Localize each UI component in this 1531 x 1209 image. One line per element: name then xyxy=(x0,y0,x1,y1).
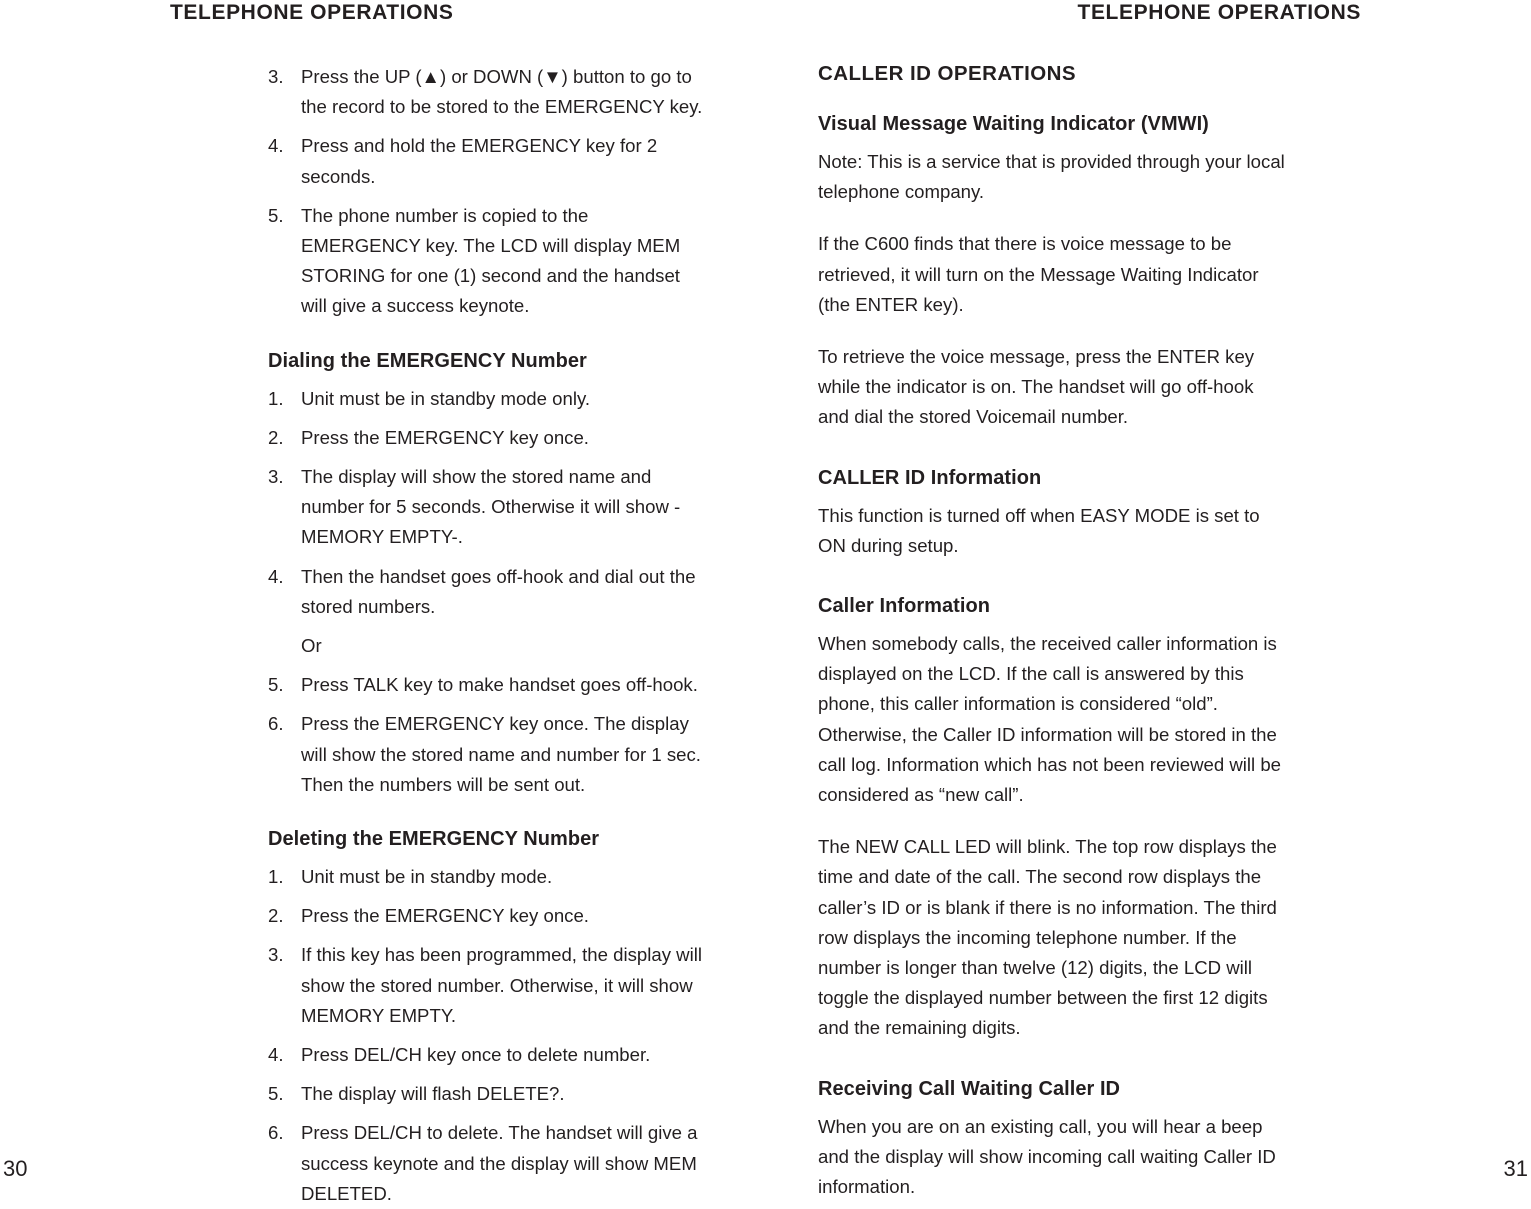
list-item: 2. Press the EMERGENCY key once. xyxy=(268,423,708,453)
heading-visual-message-waiting-indicator: Visual Message Waiting Indicator (VMWI) xyxy=(818,113,1209,135)
list-item: 4. Press DEL/CH key once to delete numbe… xyxy=(268,1040,708,1070)
continued-steps-list: 3. Press the UP (▲) or DOWN (▼) button t… xyxy=(268,62,708,322)
list-item: 3. The display will show the stored name… xyxy=(268,462,708,553)
list-item: 6. Press the EMERGENCY key once. The dis… xyxy=(268,709,708,800)
heading-dialing-emergency-number: Dialing the EMERGENCY Number xyxy=(268,349,587,372)
page-number-right: 31 xyxy=(1503,1156,1528,1181)
heading-receiving-call-waiting-caller-id: Receiving Call Waiting Caller ID xyxy=(818,1077,1121,1100)
left-page-column: 3. Press the UP (▲) or DOWN (▼) button t… xyxy=(268,62,708,1209)
list-item: 1. Unit must be in standby mode. xyxy=(268,862,708,892)
step-text: Press the UP (▲) or DOWN (▼) button to g… xyxy=(301,66,703,118)
step-text: Unit must be in standby mode. xyxy=(301,866,553,888)
step-number: 2. xyxy=(268,426,284,448)
step-number: 4. xyxy=(268,1044,284,1066)
step-text: Press DEL/CH to delete. The handset will… xyxy=(301,1122,698,1204)
step-text: Press the EMERGENCY key once. The displa… xyxy=(301,713,701,795)
step-text: The display will flash DELETE?. xyxy=(301,1083,565,1105)
step-number: 4. xyxy=(268,135,284,157)
step-text: Press the EMERGENCY key once. xyxy=(301,426,589,448)
list-item-alternative-or: Or xyxy=(268,631,708,661)
step-number: 3. xyxy=(268,66,284,87)
paragraph: This function is turned off when EASY MO… xyxy=(818,504,1260,556)
step-text: Or xyxy=(301,635,322,657)
dialing-steps-list: 1. Unit must be in standby mode only. 2.… xyxy=(268,384,708,800)
step-text: Then the handset goes off-hook and dial … xyxy=(301,565,696,617)
manual-page-spread: TELEPHONE OPERATIONS TELEPHONE OPERATION… xyxy=(0,0,1531,1204)
step-text: The phone number is copied to the EMERGE… xyxy=(301,204,681,317)
step-number: 5. xyxy=(268,1083,284,1105)
list-item: 5. The phone number is copied to the EME… xyxy=(268,201,708,322)
paragraph: Note: This is a service that is provided… xyxy=(818,151,1285,203)
step-text: Press DEL/CH key once to delete number. xyxy=(301,1044,651,1066)
running-head-right: TELEPHONE OPERATIONS xyxy=(1077,1,1361,24)
list-item: 3. Press the UP (▲) or DOWN (▼) button t… xyxy=(268,62,708,122)
paragraph: The NEW CALL LED will blink. The top row… xyxy=(818,836,1277,1039)
paragraph: When you are on an existing call, you wi… xyxy=(818,1115,1276,1198)
list-item: 4. Then the handset goes off-hook and di… xyxy=(268,562,708,622)
list-item: 4. Press and hold the EMERGENCY key for … xyxy=(268,131,708,191)
heading-caller-information: Caller Information xyxy=(818,595,991,618)
right-page-column: CALLER ID OPERATIONS Visual Message Wait… xyxy=(818,62,1288,1202)
step-number: 6. xyxy=(268,1122,284,1144)
list-item: 6. Press DEL/CH to delete. The handset w… xyxy=(268,1118,708,1209)
list-item: 1. Unit must be in standby mode only. xyxy=(268,384,708,414)
deleting-steps-list: 1. Unit must be in standby mode. 2. Pres… xyxy=(268,862,708,1209)
step-number: 1. xyxy=(268,866,284,888)
step-text: Press and hold the EMERGENCY key for 2 s… xyxy=(301,135,658,187)
paragraph: To retrieve the voice message, press the… xyxy=(818,346,1255,428)
heading-caller-id-information: CALLER ID Information xyxy=(818,466,1042,489)
step-number: 1. xyxy=(268,387,284,409)
list-item: 5. The display will flash DELETE?. xyxy=(268,1079,708,1109)
list-item: 5. Press TALK key to make handset goes o… xyxy=(268,670,708,700)
step-number: 5. xyxy=(268,204,284,226)
step-text: If this key has been programmed, the dis… xyxy=(301,944,702,1026)
step-number: 4. xyxy=(268,565,284,587)
step-text: Press the EMERGENCY key once. xyxy=(301,905,589,927)
running-head-left: TELEPHONE OPERATIONS xyxy=(170,1,454,24)
step-text: Unit must be in standby mode only. xyxy=(301,387,591,409)
step-number: 5. xyxy=(268,674,284,696)
step-number: 6. xyxy=(268,713,284,735)
paragraph: When somebody calls, the received caller… xyxy=(818,633,1282,806)
step-number: 3. xyxy=(268,466,284,488)
paragraph: If the C600 finds that there is voice me… xyxy=(818,233,1259,315)
heading-deleting-emergency-number: Deleting the EMERGENCY Number xyxy=(268,828,600,851)
page-number-left: 30 xyxy=(3,1156,28,1181)
step-text: The display will show the stored name an… xyxy=(301,466,681,548)
heading-caller-id-operations: CALLER ID OPERATIONS xyxy=(818,62,1077,85)
step-number: 3. xyxy=(268,944,284,966)
step-number: 2. xyxy=(268,905,284,927)
list-item: 3. If this key has been programmed, the … xyxy=(268,940,708,1031)
step-text: Press TALK key to make handset goes off-… xyxy=(301,674,698,696)
list-item: 2. Press the EMERGENCY key once. xyxy=(268,901,708,931)
